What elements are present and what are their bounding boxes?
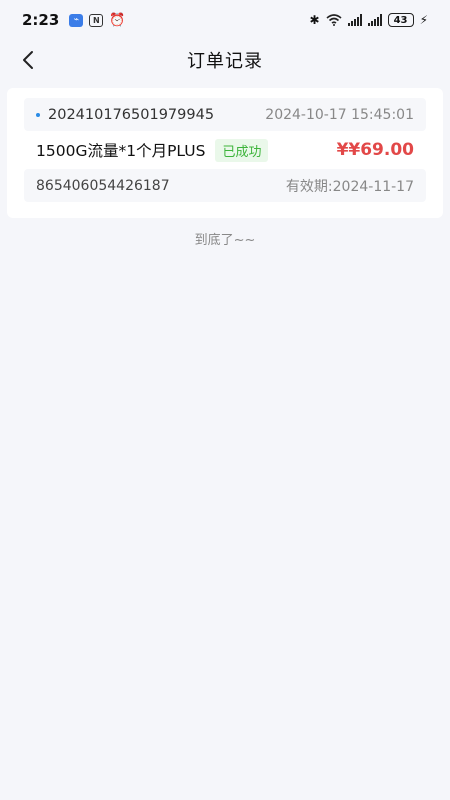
nfc-icon: N	[89, 13, 104, 27]
order-price: ¥¥69.00	[336, 140, 414, 160]
back-arrow-icon	[23, 51, 33, 69]
order-footer-row: 865406054426187 有效期:2024-11-17	[24, 169, 426, 202]
device-id: 865406054426187	[36, 177, 170, 194]
nav-bar: 订单记录	[0, 40, 450, 80]
wifi-icon	[326, 14, 342, 26]
end-of-list-hint: 到底了~~	[194, 233, 256, 248]
page-title: 订单记录	[187, 51, 263, 72]
signal-icon	[347, 14, 362, 26]
back-button[interactable]	[14, 46, 42, 74]
order-header-row: 202410176501979945 2024-10-17 15:45:01	[24, 98, 426, 131]
bullet-dot-icon	[36, 112, 40, 117]
status-right: ✱ 43 ⚡	[309, 13, 428, 27]
app-chip-icon: ⌁	[69, 13, 84, 27]
product-name: 1500G流量*1个月PLUS	[36, 142, 206, 160]
alarm-icon: ⏰	[109, 12, 126, 28]
battery-icon: 43	[387, 13, 414, 27]
battery-level: 43	[393, 14, 408, 26]
order-card[interactable]: 202410176501979945 2024-10-17 15:45:01 1…	[7, 88, 443, 218]
status-time: 2:23	[22, 11, 60, 29]
order-product-row: 1500G流量*1个月PLUS 已成功 ¥¥69.00	[24, 131, 426, 169]
signal-icon	[367, 14, 382, 26]
order-time: 2024-10-17 15:45:01	[265, 106, 414, 123]
order-number-text: 202410176501979945	[48, 106, 215, 123]
order-number: 202410176501979945	[36, 107, 214, 123]
expire-date: 有效期:2024-11-17	[285, 178, 414, 195]
status-left: 2:23 ⌁ N ⏰	[22, 11, 126, 29]
product-info: 1500G流量*1个月PLUS 已成功	[36, 138, 269, 162]
status-bar: 2:23 ⌁ N ⏰ ✱ 43 ⚡	[0, 0, 450, 40]
charging-icon: ⚡	[419, 13, 428, 27]
bluetooth-icon: ✱	[309, 13, 320, 27]
status-badge: 已成功	[215, 138, 269, 162]
